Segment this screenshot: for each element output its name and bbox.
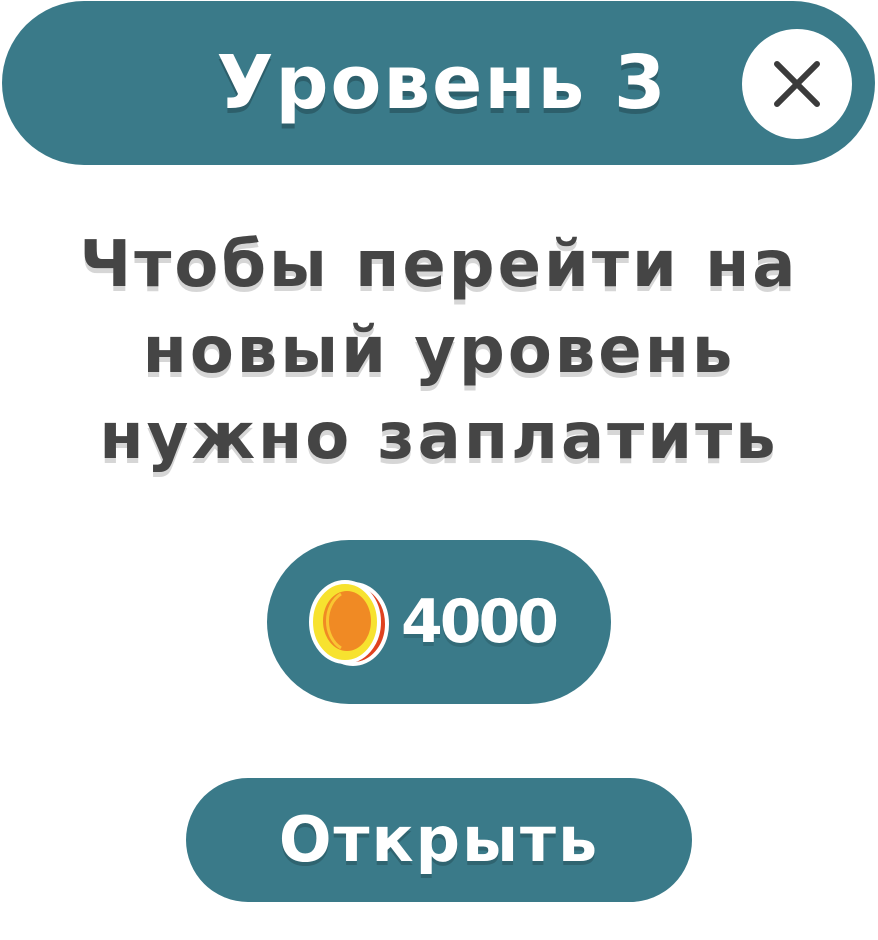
message-line: нужно заплатить xyxy=(99,400,779,474)
unlock-message: Чтобы перейти на новый уровень нужно зап… xyxy=(0,222,878,480)
price-amount: 4000 xyxy=(401,587,559,657)
level-header: Уровень 3 xyxy=(2,1,875,165)
message-line: новый уровень xyxy=(142,314,736,388)
message-line: Чтобы перейти на xyxy=(79,228,799,302)
open-button[interactable]: Открыть xyxy=(186,778,692,902)
close-icon xyxy=(774,61,820,107)
close-button[interactable] xyxy=(742,29,852,139)
price-badge: 4000 xyxy=(267,540,611,704)
coin-icon xyxy=(309,580,389,666)
